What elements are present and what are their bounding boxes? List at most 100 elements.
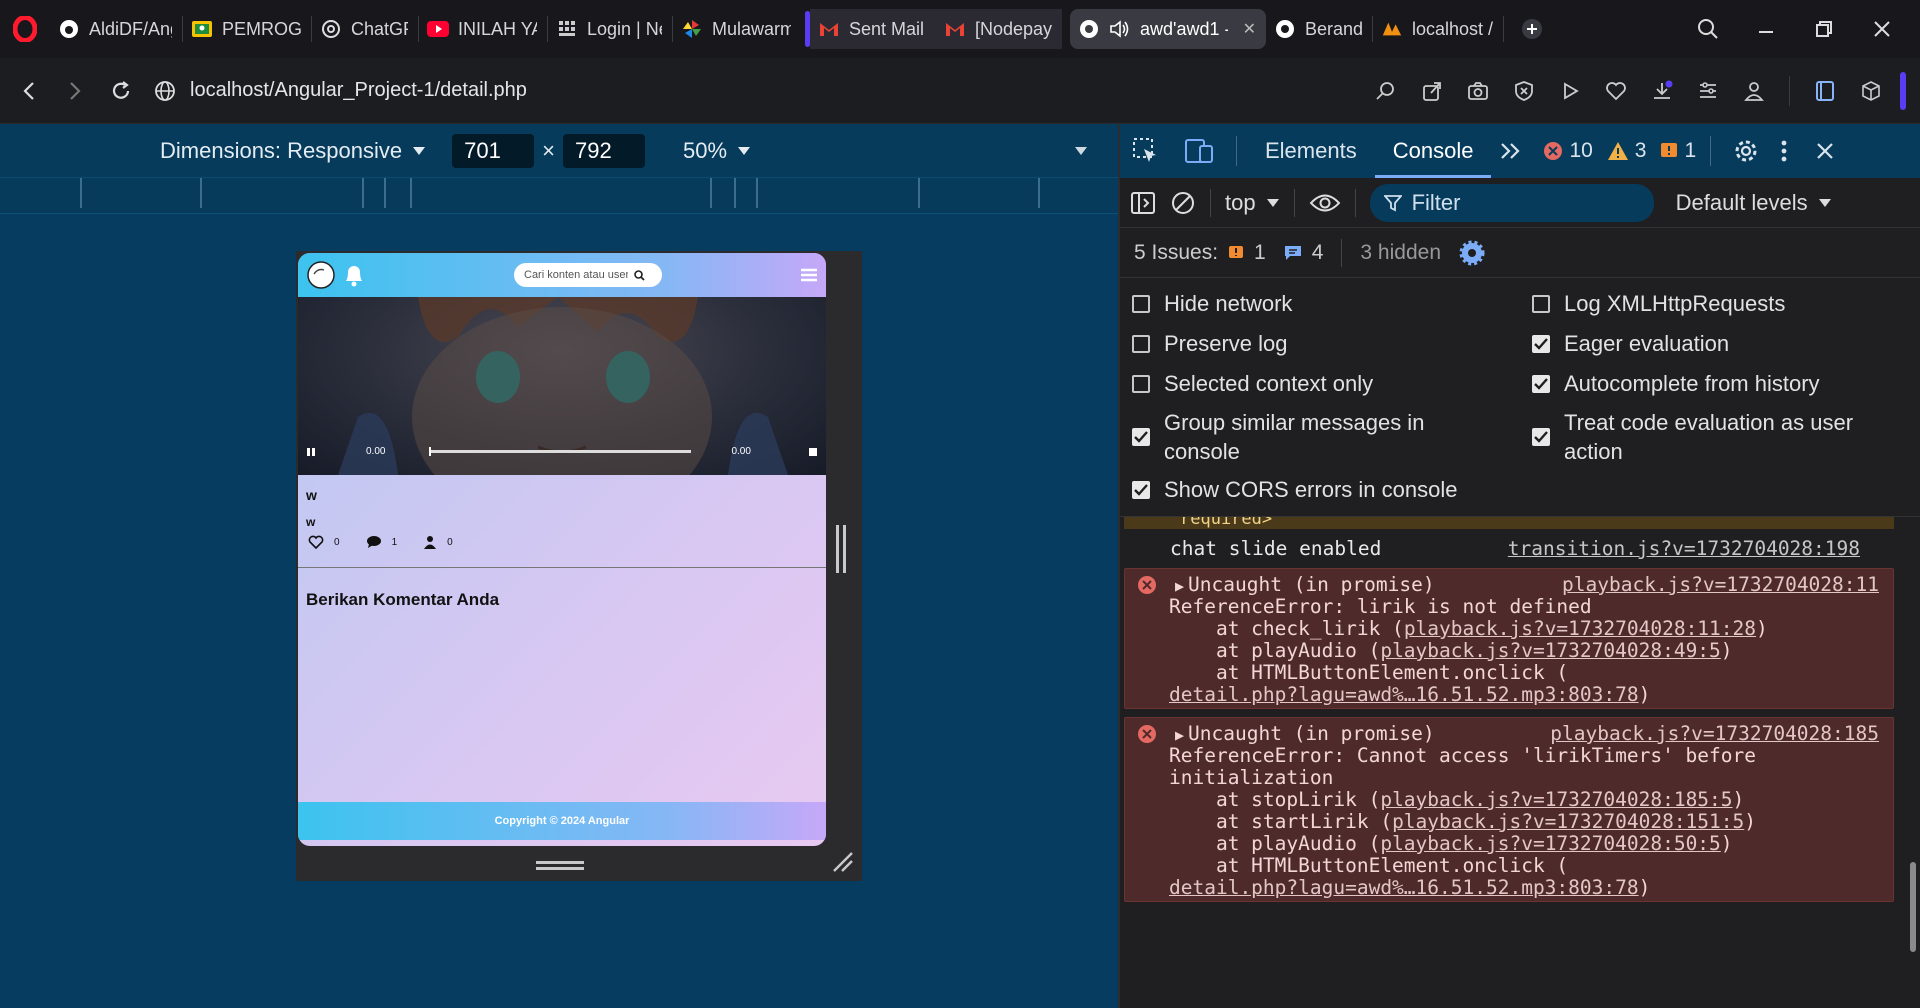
reload-button[interactable] <box>98 68 144 114</box>
source-link[interactable]: playback.js?v=1732704028:185 <box>1550 722 1879 745</box>
console-output[interactable]: required> chat slide enabled transition.… <box>1120 517 1920 988</box>
tab-awd-active[interactable]: awd'awd1 - ✕ <box>1070 9 1266 49</box>
globe-icon[interactable] <box>154 80 176 102</box>
sidebar-reader-icon[interactable] <box>1808 74 1842 108</box>
comment-icon[interactable] <box>366 535 382 549</box>
option-preserve-log[interactable]: Preserve log <box>1132 324 1532 364</box>
seek-bar[interactable] <box>429 447 692 456</box>
option-cors-errors[interactable]: Show CORS errors in console <box>1132 470 1532 510</box>
tab-mulawarman[interactable]: Mulawarm <box>673 9 801 49</box>
tab-beranda[interactable]: Beranda <box>1266 9 1372 49</box>
forward-button[interactable] <box>52 68 98 114</box>
tab-github[interactable]: AldiDF/Ang <box>50 9 182 49</box>
option-group-similar[interactable]: Group similar messages in console <box>1132 404 1532 470</box>
kebab-menu-icon[interactable] <box>1767 124 1801 178</box>
site-search-input[interactable]: Cari konten atau user <box>514 263 662 287</box>
cube-icon[interactable] <box>1854 74 1888 108</box>
warning-count-badge[interactable]: 3 <box>1607 139 1646 163</box>
adblock-icon[interactable] <box>1507 74 1541 108</box>
resize-handle-right[interactable] <box>836 525 846 573</box>
speaker-icon[interactable] <box>1109 18 1131 40</box>
search-tabs-icon[interactable] <box>1688 9 1728 49</box>
minimize-button[interactable] <box>1746 9 1786 49</box>
video-player[interactable]: 0.00 0.00 <box>298 297 826 475</box>
error-title[interactable]: ▶ Uncaught (in promise) <box>1169 573 1435 596</box>
easy-setup-icon[interactable] <box>1691 74 1725 108</box>
tab-console[interactable]: Console <box>1374 124 1492 178</box>
selected-context-checkbox[interactable] <box>1132 375 1150 393</box>
heart-icon[interactable] <box>308 535 324 549</box>
cors-errors-checkbox[interactable] <box>1132 481 1150 499</box>
like-stat[interactable]: 0 <box>308 535 340 549</box>
issues-bar[interactable]: 5 Issues: 1 4 3 hidden <box>1120 228 1920 278</box>
tab-sent-mail[interactable]: Sent Mail - <box>810 9 936 49</box>
height-input[interactable]: 792 <box>562 133 645 168</box>
resize-handle-corner-icon[interactable] <box>830 849 854 873</box>
tab-elements[interactable]: Elements <box>1247 124 1375 178</box>
bell-icon[interactable] <box>342 262 366 288</box>
inspect-element-icon[interactable] <box>1120 124 1172 178</box>
option-eager-evaluation[interactable]: Eager evaluation <box>1532 324 1912 364</box>
sidebar-toggle-indicator[interactable] <box>1900 71 1906 110</box>
error-title[interactable]: ▶ Uncaught (in promise) <box>1169 722 1435 745</box>
device-toggle-icon[interactable] <box>1172 124 1226 178</box>
eager-evaluation-checkbox[interactable] <box>1532 335 1550 353</box>
comment-stat[interactable]: 1 <box>366 535 397 549</box>
zoom-dropdown[interactable]: 50% <box>683 138 751 164</box>
source-link[interactable]: playback.js?v=1732704028:11 <box>1562 573 1879 596</box>
scrollbar-thumb[interactable] <box>1910 862 1916 952</box>
autocomplete-checkbox[interactable] <box>1532 375 1550 393</box>
treat-user-action-checkbox[interactable] <box>1532 428 1550 446</box>
issues-settings-gear-icon[interactable] <box>1459 240 1485 266</box>
tab-pemrograman[interactable]: PEMROGRA <box>183 9 311 49</box>
option-autocomplete[interactable]: Autocomplete from history <box>1532 364 1912 404</box>
issues-count-badge[interactable]: 1 <box>1660 139 1696 163</box>
console-scrollbar[interactable] <box>1910 517 1916 988</box>
hide-network-checkbox[interactable] <box>1132 295 1150 313</box>
dimensions-dropdown[interactable]: Dimensions: Responsive <box>160 138 426 164</box>
log-levels-dropdown[interactable]: Default levels <box>1676 190 1832 216</box>
tab-localhost[interactable]: localhost / <box>1373 9 1503 49</box>
option-hide-network[interactable]: Hide network <box>1132 284 1532 324</box>
more-tabs-icon[interactable] <box>1491 124 1529 178</box>
play-icon[interactable] <box>1553 74 1587 108</box>
expand-triangle-icon[interactable]: ▶ <box>1175 577 1184 595</box>
zoom-search-icon[interactable] <box>1369 74 1403 108</box>
resize-handle-bottom[interactable] <box>536 861 584 870</box>
profile-icon[interactable] <box>1737 74 1771 108</box>
search-icon[interactable] <box>634 269 645 281</box>
new-tab-button[interactable] <box>1512 9 1552 49</box>
more-options-caret-icon[interactable] <box>1074 146 1088 156</box>
error-count-badge[interactable]: 10 <box>1543 139 1593 163</box>
console-filter-input[interactable]: Filter <box>1369 183 1654 222</box>
tab-youtube[interactable]: INILAH YA <box>419 9 547 49</box>
tab-close-icon[interactable]: ✕ <box>1243 19 1256 39</box>
logo-icon[interactable] <box>306 260 336 290</box>
clear-console-icon[interactable] <box>1170 190 1196 216</box>
heart-icon[interactable] <box>1599 74 1633 108</box>
hamburger-menu-icon[interactable] <box>800 267 818 283</box>
pause-icon[interactable] <box>306 447 316 457</box>
option-selected-context[interactable]: Selected context only <box>1132 364 1532 404</box>
context-selector[interactable]: top <box>1225 190 1280 216</box>
download-icon[interactable] <box>1645 74 1679 108</box>
stop-icon[interactable] <box>808 447 818 457</box>
log-xhr-checkbox[interactable] <box>1532 295 1550 313</box>
source-link[interactable]: transition.js?v=1732704028:198 <box>1508 537 1860 560</box>
option-log-xhr[interactable]: Log XMLHttpRequests <box>1532 284 1912 324</box>
url-field[interactable]: localhost/Angular_Project-1/detail.php <box>154 79 1369 102</box>
preserve-log-checkbox[interactable] <box>1132 335 1150 353</box>
camera-icon[interactable] <box>1461 74 1495 108</box>
expand-triangle-icon[interactable]: ▶ <box>1175 726 1184 744</box>
share-icon[interactable] <box>1415 74 1449 108</box>
group-similar-checkbox[interactable] <box>1132 428 1150 446</box>
opera-logo-icon[interactable] <box>0 0 50 58</box>
restore-button[interactable] <box>1804 9 1844 49</box>
close-window-button[interactable] <box>1862 9 1902 49</box>
live-expression-eye-icon[interactable] <box>1309 192 1341 214</box>
back-button[interactable] <box>6 68 52 114</box>
tab-login[interactable]: Login | Ne <box>548 9 672 49</box>
tab-nodepay[interactable]: [Nodepay] <box>936 9 1062 49</box>
option-treat-user-action[interactable]: Treat code evaluation as user action <box>1532 404 1912 470</box>
media-query-ruler[interactable] <box>0 178 1118 214</box>
